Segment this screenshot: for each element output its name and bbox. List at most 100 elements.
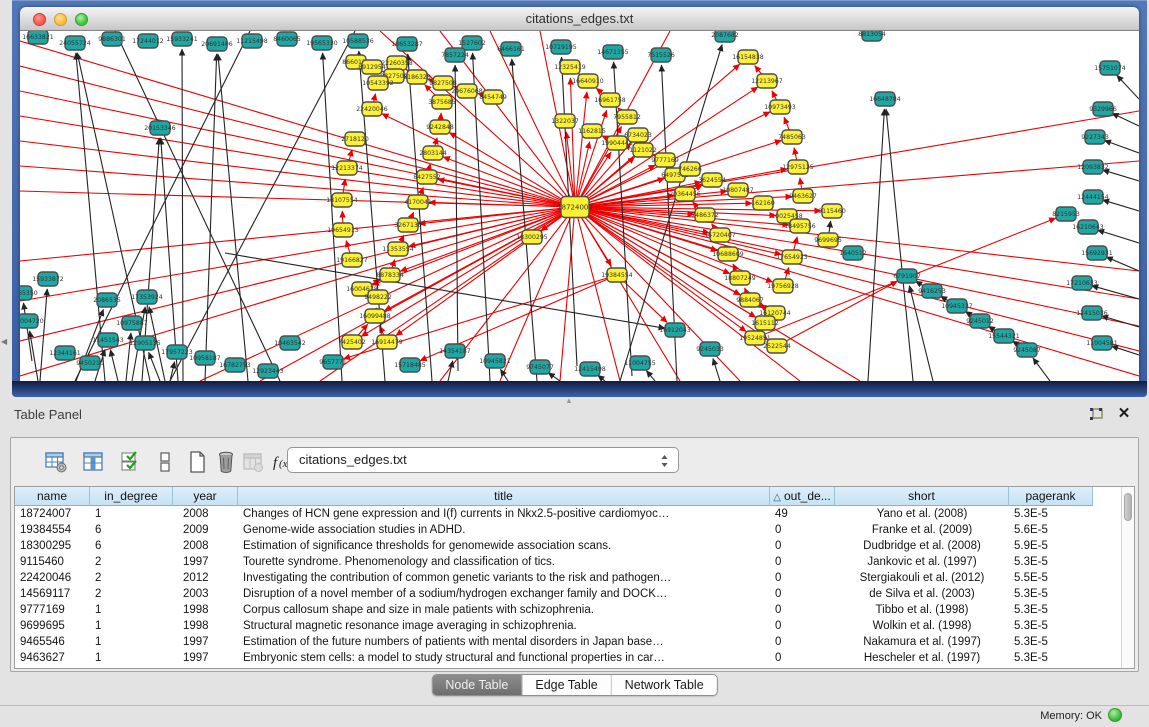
column-header-out_de[interactable]: △out_de... <box>770 487 835 506</box>
network-node[interactable]: 1615112 <box>751 316 779 330</box>
network-node[interactable]: 2718120 <box>341 132 369 146</box>
network-node[interactable]: 7515526 <box>647 48 675 62</box>
network-node[interactable]: 3875685 <box>428 95 456 109</box>
network-node[interactable]: 16210643 <box>1072 220 1104 234</box>
network-node[interactable]: 9227343 <box>1081 130 1109 144</box>
network-node[interactable]: 4170041 <box>404 195 432 209</box>
network-node[interactable]: 162160 <box>751 196 775 210</box>
network-node[interactable]: 11451543 <box>92 333 124 347</box>
network-node[interactable]: 10463542 <box>274 336 306 350</box>
memory-status-dot[interactable] <box>1108 708 1122 722</box>
network-node[interactable]: 12213967 <box>751 74 783 88</box>
table-row[interactable]: 1830029562008Estimation of significance … <box>15 538 1093 554</box>
network-node[interactable]: 16154838 <box>732 50 764 64</box>
network-node[interactable]: 8427552 <box>413 170 441 184</box>
network-node[interactable]: 19166827 <box>336 253 368 267</box>
select-all-columns-button[interactable] <box>116 448 144 476</box>
column-header-year[interactable]: year <box>173 487 238 506</box>
table-row[interactable]: 2242004622012Investigating the contribut… <box>15 570 1093 586</box>
network-node[interactable]: 20691406 <box>201 37 233 51</box>
network-node[interactable]: 1121022 <box>629 143 657 157</box>
network-node[interactable]: 6734023 <box>624 128 652 142</box>
close-window-button[interactable] <box>33 13 46 26</box>
network-node[interactable]: 16640910 <box>572 74 604 88</box>
network-node[interactable]: 14354187 <box>439 344 471 358</box>
network-node[interactable]: 10653287 <box>391 37 423 51</box>
network-node[interactable]: 2522544 <box>763 339 791 353</box>
table-row[interactable]: 946554611997Estimation of the future num… <box>15 634 1093 650</box>
network-node[interactable]: 12325419 <box>554 60 586 74</box>
network-node[interactable]: 11215498 <box>236 34 268 48</box>
table-row[interactable]: 1456911722003Disruption of a novel membe… <box>15 586 1093 602</box>
network-node[interactable]: 2087682 <box>711 31 739 42</box>
network-node[interactable]: 9777169 <box>651 153 679 167</box>
network-node[interactable]: 17353924 <box>131 290 163 304</box>
network-node[interactable]: 16914479 <box>371 335 403 349</box>
network-node[interactable]: 9245033 <box>696 342 724 356</box>
table-row[interactable]: 911546021997Tourette syndrome. Phenomeno… <box>15 554 1093 570</box>
network-node[interactable]: 7857224 <box>441 48 469 62</box>
network-node[interactable]: 9699695 <box>814 233 842 247</box>
network-node[interactable]: 9745077 <box>526 360 554 374</box>
network-node[interactable]: 15751074 <box>1094 61 1126 75</box>
network-node[interactable]: 10945337 <box>941 299 973 313</box>
table-row[interactable]: 969969511998Structural magnetic resonanc… <box>15 618 1093 634</box>
network-node[interactable]: 746266 <box>678 162 702 176</box>
network-node[interactable]: 9450210 <box>76 356 104 370</box>
network-node[interactable]: 16633821 <box>22 31 54 44</box>
table-row[interactable]: 977716911998Corpus callosum shape and si… <box>15 602 1093 618</box>
network-node[interactable]: 7485063 <box>778 130 806 144</box>
network-table-select[interactable]: citations_edges.txt <box>287 447 679 473</box>
network-node[interactable]: 9884067 <box>736 293 764 307</box>
network-node[interactable]: 9498222 <box>364 290 392 304</box>
network-node[interactable]: 2803144 <box>419 146 447 160</box>
delete-table-button[interactable] <box>212 448 240 476</box>
network-node[interactable]: 11353554 <box>382 242 414 256</box>
network-node[interactable]: 19565330 <box>306 36 338 50</box>
network-node[interactable]: 7486372 <box>691 208 719 222</box>
table-row[interactable]: 1872400712008Changes of HCN gene express… <box>15 506 1093 522</box>
network-node[interactable]: 10719195 <box>545 40 577 54</box>
network-node[interactable]: 19756928 <box>767 279 799 293</box>
network-node[interactable]: 9886301 <box>98 32 126 46</box>
network-node[interactable]: 11004720 <box>20 314 44 328</box>
tab-edge-table[interactable]: Edge Table <box>521 675 610 695</box>
network-canvas[interactable]: 1663382124055724988630117244012159332412… <box>20 31 1139 381</box>
network-node[interactable]: 3267130 <box>394 218 422 232</box>
tab-network-table[interactable]: Network Table <box>611 675 717 695</box>
network-node[interactable]: 12344161 <box>49 346 81 360</box>
network-node[interactable]: 16912043 <box>659 323 691 337</box>
network-node[interactable]: 9242848 <box>426 120 454 134</box>
network-node[interactable]: 16961758 <box>594 93 626 107</box>
network-node[interactable]: 14671355 <box>597 45 629 59</box>
network-node[interactable]: 1322037 <box>551 114 579 128</box>
network-node[interactable]: 15544321 <box>988 329 1020 343</box>
network-node[interactable]: 15933872 <box>32 272 64 286</box>
show-columns-button[interactable] <box>79 448 107 476</box>
network-node[interactable]: 6466161 <box>497 42 525 56</box>
column-header-short[interactable]: short <box>835 487 1009 506</box>
minimize-window-button[interactable] <box>54 13 67 26</box>
network-node[interactable]: 7955812 <box>613 110 641 124</box>
new-table-button[interactable] <box>183 448 211 476</box>
network-node[interactable]: 3624554 <box>698 173 726 187</box>
network-node[interactable]: 12415498 <box>574 362 606 376</box>
column-header-in_degree[interactable]: in_degree <box>90 487 173 506</box>
table-row[interactable]: 946362711997Embryonic stem cells: a mode… <box>15 650 1093 666</box>
column-header-title[interactable]: title <box>238 487 770 506</box>
network-node[interactable]: 9115460 <box>818 204 846 218</box>
network-node[interactable]: 12093832 <box>1077 160 1109 174</box>
network-node[interactable]: 9416253 <box>918 284 946 298</box>
column-settings-button[interactable] <box>42 448 70 476</box>
table-vertical-scrollbar[interactable] <box>1121 487 1134 668</box>
network-node[interactable]: 8215953 <box>1052 207 1080 221</box>
network-node[interactable]: 8454749 <box>479 90 507 104</box>
network-node[interactable]: 9329966 <box>1089 102 1117 116</box>
float-panel-icon[interactable] <box>1086 405 1106 425</box>
network-window-titlebar[interactable]: citations_edges.txt <box>20 7 1139 31</box>
network-node[interactable]: 8460065 <box>273 32 301 46</box>
network-node[interactable]: 12444154 <box>1077 190 1109 204</box>
close-panel-icon[interactable]: ✕ <box>1114 404 1134 424</box>
network-node[interactable]: 1162815 <box>578 124 606 138</box>
network-node[interactable]: 15933241 <box>166 32 198 46</box>
